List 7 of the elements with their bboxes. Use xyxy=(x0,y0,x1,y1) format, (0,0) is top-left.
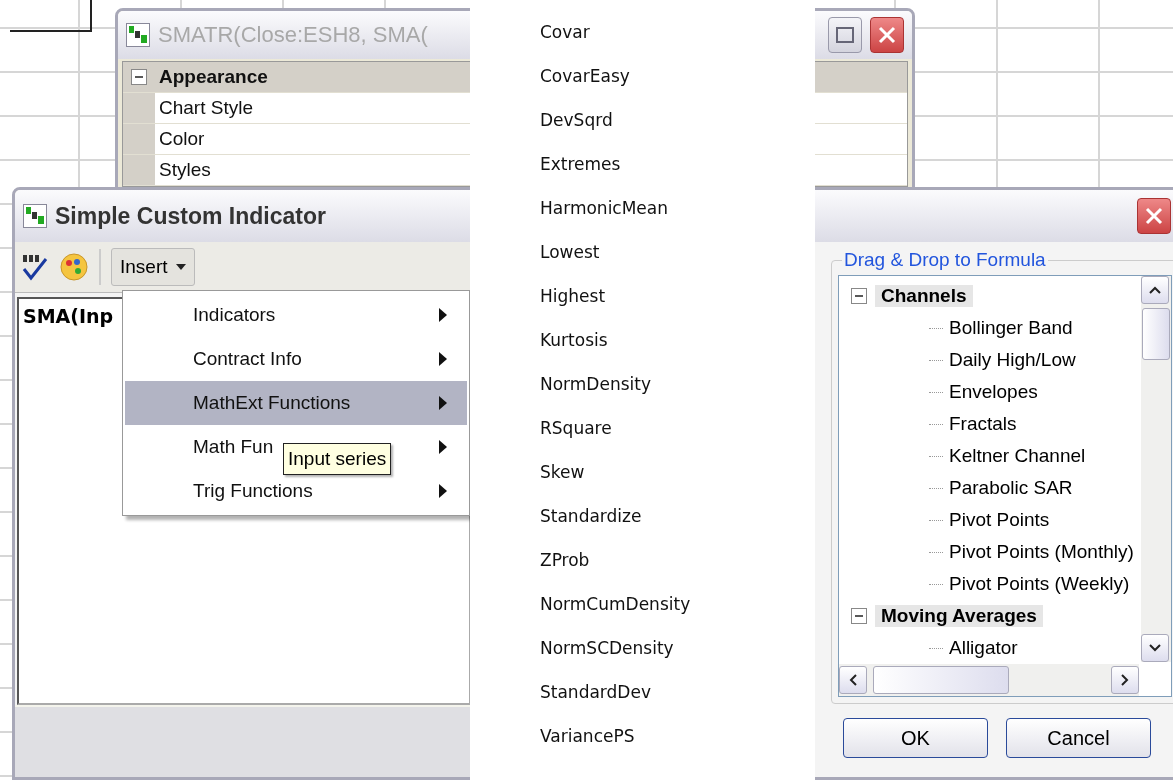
property-name: Styles xyxy=(158,159,211,181)
property-name: Chart Style xyxy=(158,97,253,119)
tooltip: Input series xyxy=(283,443,392,475)
property-name: Color xyxy=(158,128,205,150)
window-title: SMATR(Close:ESH8, SMA( xyxy=(158,22,428,48)
window-title: Simple Custom Indicator xyxy=(55,202,326,230)
category-label: Appearance xyxy=(158,66,268,88)
